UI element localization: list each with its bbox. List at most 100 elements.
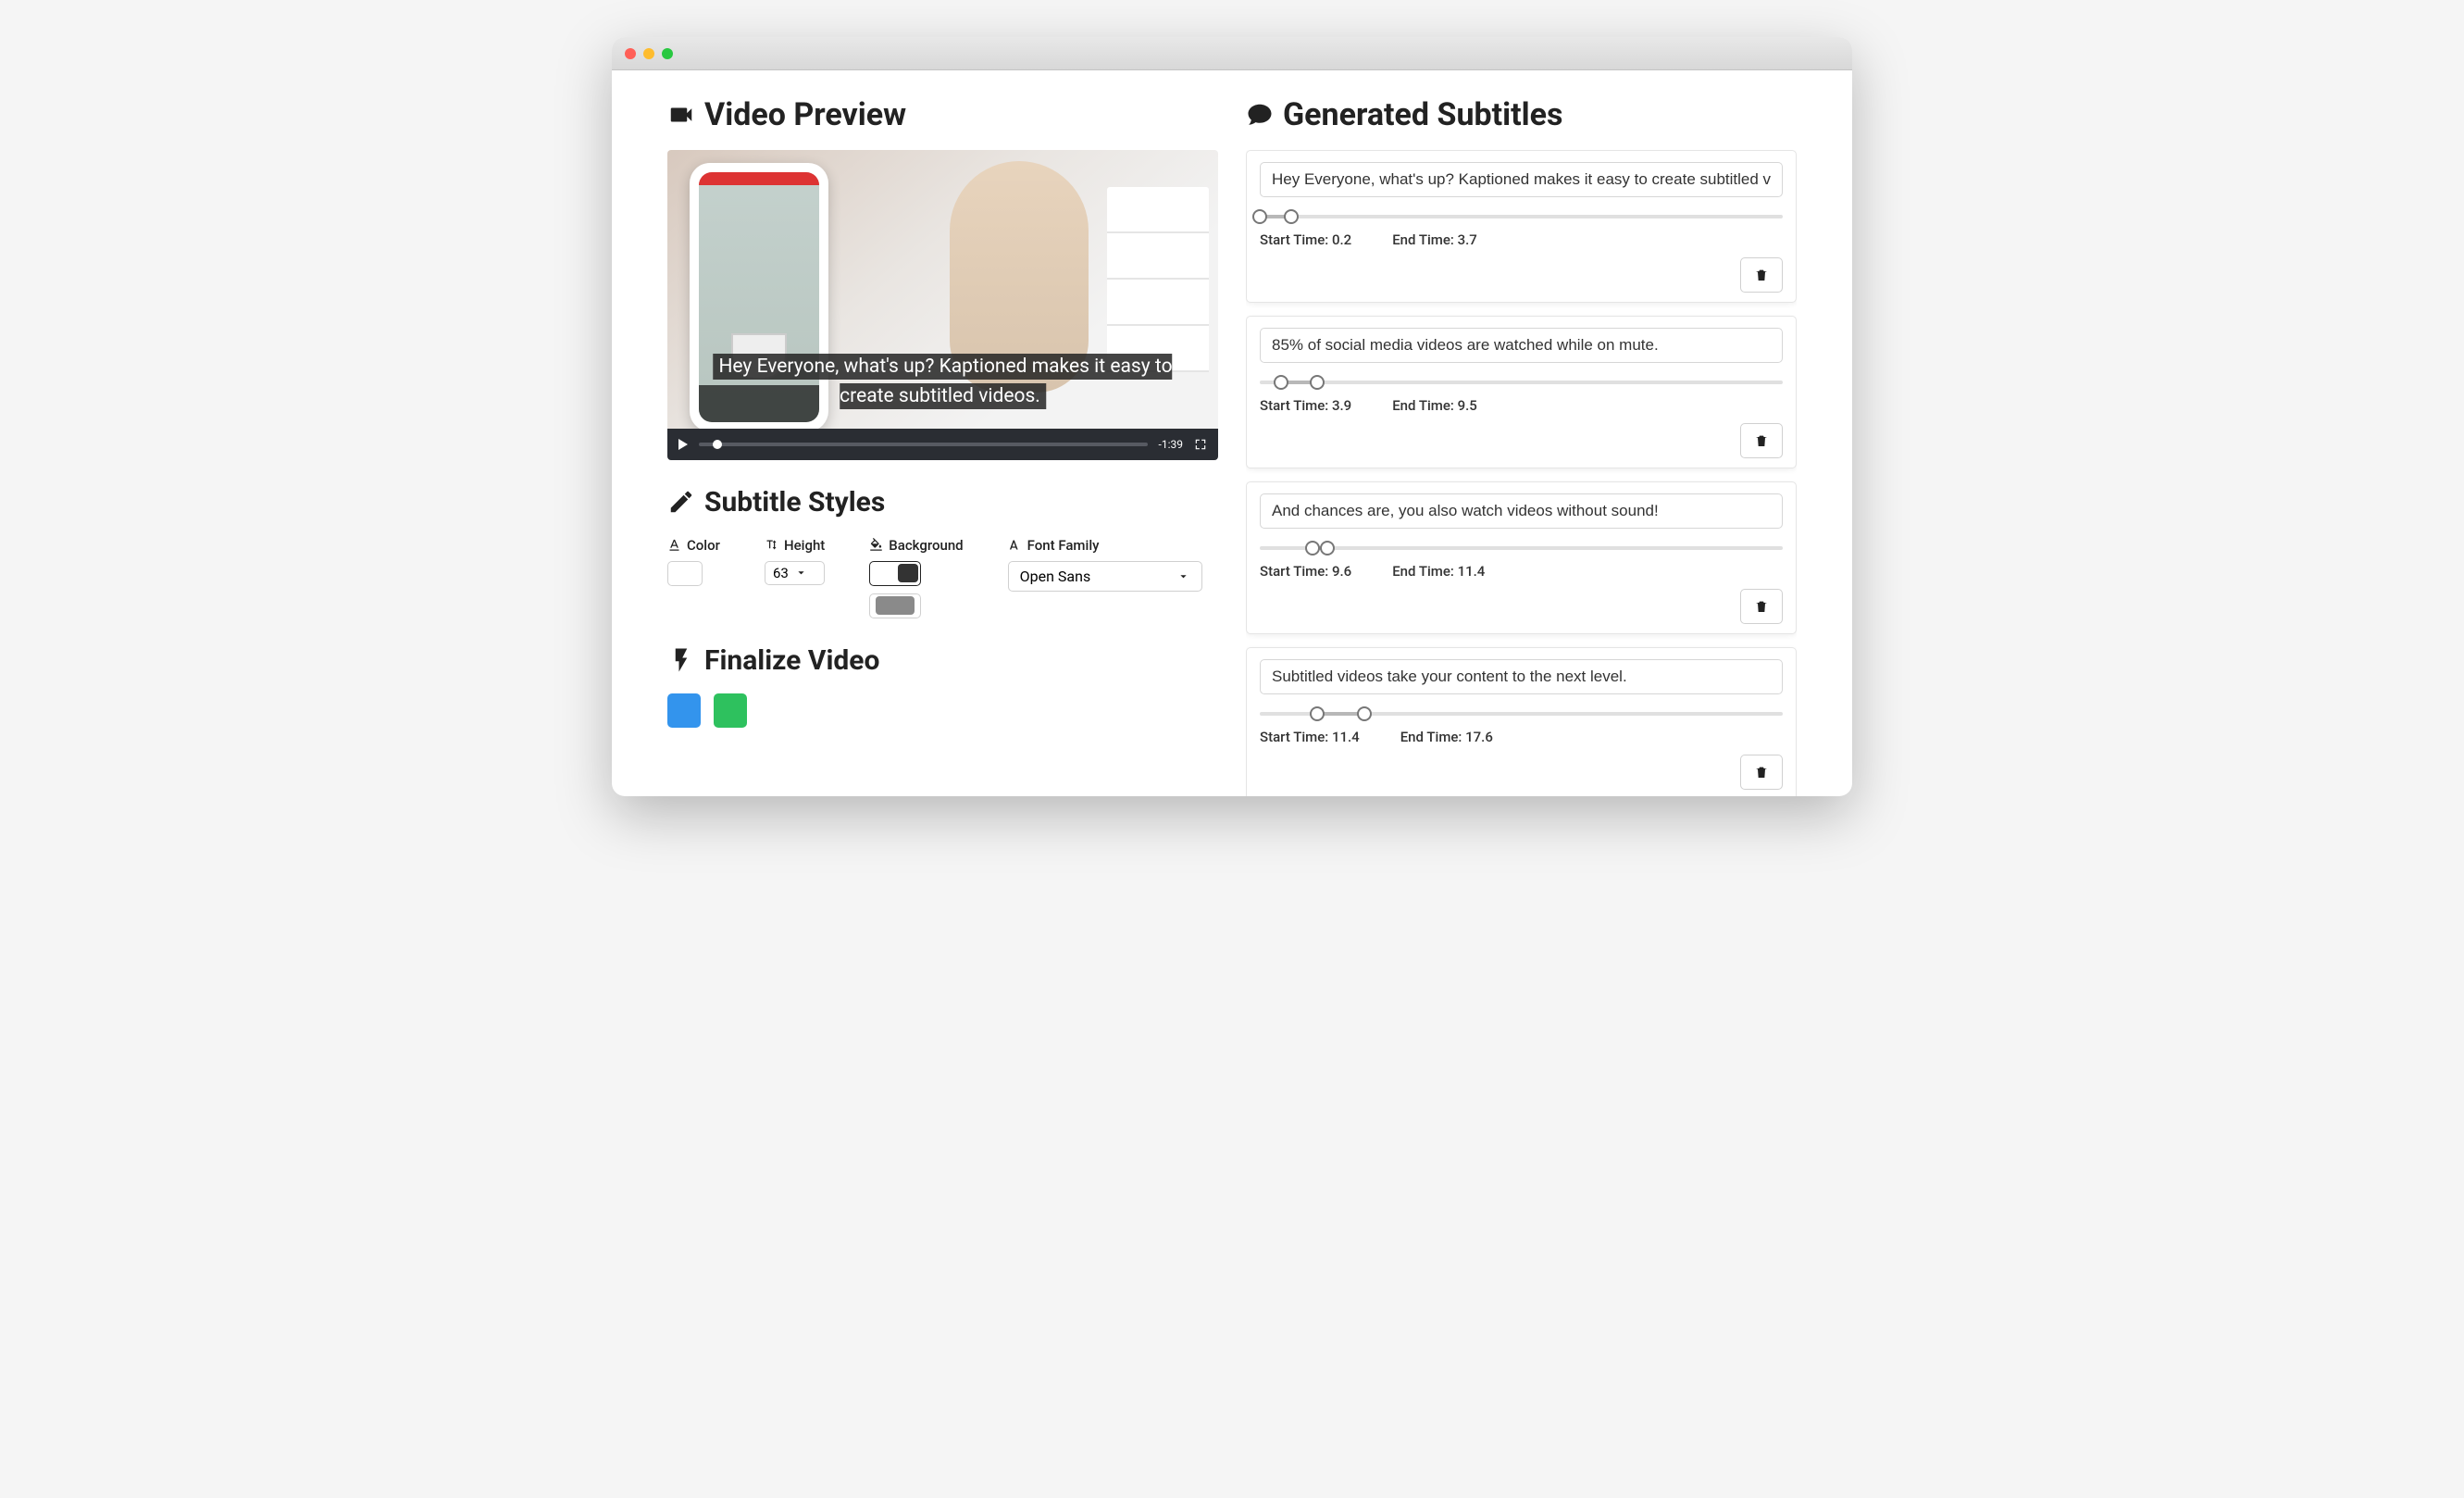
end-time-label: End Time: 17.6 [1400, 729, 1493, 745]
range-end-knob[interactable] [1357, 706, 1372, 721]
range-start-knob[interactable] [1310, 706, 1325, 721]
font-icon [1008, 538, 1022, 552]
height-value: 63 [773, 565, 789, 581]
subtitle-card-footer [1260, 755, 1783, 790]
color-picker[interactable] [667, 561, 703, 586]
subtitle-text-input[interactable] [1260, 162, 1783, 197]
subtitle-range-slider[interactable] [1260, 712, 1783, 716]
height-select[interactable]: 63 [765, 561, 825, 585]
caret-down-icon [1176, 569, 1190, 583]
end-time-label: End Time: 9.5 [1392, 397, 1477, 414]
range-end-knob[interactable] [1320, 541, 1335, 556]
style-height-group: Height 63 [765, 537, 825, 585]
end-time-label: End Time: 11.4 [1392, 563, 1485, 580]
subtitle-card: Start Time: 9.6 End Time: 11.4 [1246, 481, 1797, 634]
video-timeline-knob[interactable] [713, 440, 722, 449]
subtitle-times: Start Time: 3.9 End Time: 9.5 [1260, 397, 1783, 414]
font-family-value: Open Sans [1020, 568, 1091, 585]
window-titlebar [612, 37, 1852, 70]
range-start-knob[interactable] [1305, 541, 1320, 556]
video-camera-icon [667, 101, 695, 129]
subtitle-times: Start Time: 9.6 End Time: 11.4 [1260, 563, 1783, 580]
finalize-secondary-button[interactable] [714, 693, 747, 728]
trash-icon [1754, 433, 1769, 448]
start-time-label: Start Time: 3.9 [1260, 397, 1351, 414]
subtitle-card-footer [1260, 423, 1783, 458]
time-remaining: -1:39 [1159, 438, 1183, 451]
text-height-icon [765, 538, 778, 552]
styles-row: Color Height 63 [667, 537, 1218, 618]
color-label: Color [667, 537, 720, 554]
edit-icon [667, 488, 695, 516]
range-end-knob[interactable] [1310, 375, 1325, 390]
window-close-button[interactable] [625, 48, 636, 59]
subtitle-times: Start Time: 0.2 End Time: 3.7 [1260, 231, 1783, 248]
subtitle-range-slider[interactable] [1260, 215, 1783, 218]
fill-icon [869, 538, 883, 552]
fullscreen-button[interactable] [1194, 438, 1207, 451]
window-zoom-button[interactable] [662, 48, 673, 59]
video-timeline[interactable] [699, 443, 1148, 446]
decor-person [950, 161, 1089, 393]
trash-icon [1754, 765, 1769, 780]
subtitle-times: Start Time: 11.4 End Time: 17.6 [1260, 729, 1783, 745]
delete-subtitle-button[interactable] [1740, 423, 1783, 458]
finalize-video-heading: Finalize Video [667, 644, 1218, 677]
trash-icon [1754, 268, 1769, 282]
app-window: Video Preview Hey Everyone, what's up? K… [612, 37, 1852, 796]
subtitle-card: Start Time: 11.4 End Time: 17.6 [1246, 647, 1797, 796]
text-color-icon [667, 538, 681, 552]
right-column: Generated Subtitles Start Time: 0.2 End T… [1246, 96, 1797, 796]
delete-subtitle-button[interactable] [1740, 755, 1783, 790]
generated-subtitles-title-text: Generated Subtitles [1283, 96, 1562, 133]
subtitle-text-input[interactable] [1260, 328, 1783, 363]
finalize-primary-button[interactable] [667, 693, 701, 728]
background-option-grey[interactable] [869, 593, 921, 618]
subtitle-styles-heading: Subtitle Styles [667, 486, 1218, 518]
window-minimize-button[interactable] [643, 48, 654, 59]
video-preview-title-text: Video Preview [704, 96, 906, 133]
height-label: Height [765, 537, 825, 554]
video-player[interactable]: Hey Everyone, what's up? Kaptioned makes… [667, 150, 1218, 460]
decor-phone [690, 163, 828, 431]
subtitle-range-slider[interactable] [1260, 381, 1783, 384]
subtitle-text-input[interactable] [1260, 493, 1783, 529]
subtitle-card: Start Time: 0.2 End Time: 3.7 [1246, 150, 1797, 303]
background-option-dark[interactable] [869, 561, 921, 586]
delete-subtitle-button[interactable] [1740, 589, 1783, 624]
delete-subtitle-button[interactable] [1740, 257, 1783, 293]
content-area: Video Preview Hey Everyone, what's up? K… [612, 70, 1852, 796]
style-color-group: Color [667, 537, 720, 586]
subtitle-card-footer [1260, 257, 1783, 293]
range-end-knob[interactable] [1284, 209, 1299, 224]
end-time-label: End Time: 3.7 [1392, 231, 1477, 248]
decor-shelf [1107, 187, 1209, 372]
trash-icon [1754, 599, 1769, 614]
range-start-knob[interactable] [1274, 375, 1288, 390]
font-family-label: Font Family [1008, 537, 1202, 554]
video-controls: -1:39 [667, 429, 1218, 460]
range-start-knob[interactable] [1252, 209, 1267, 224]
start-time-label: Start Time: 11.4 [1260, 729, 1360, 745]
start-time-label: Start Time: 0.2 [1260, 231, 1351, 248]
finalize-video-title-text: Finalize Video [704, 644, 879, 677]
subtitle-text-input[interactable] [1260, 659, 1783, 694]
subtitles-list: Start Time: 0.2End Time: 3.7Start Time: … [1246, 150, 1797, 796]
play-button[interactable] [678, 439, 688, 450]
style-font-group: Font Family Open Sans [1008, 537, 1202, 592]
video-preview-heading: Video Preview [667, 96, 1218, 133]
speech-bubble-icon [1246, 101, 1274, 129]
subtitle-card: Start Time: 3.9 End Time: 9.5 [1246, 316, 1797, 468]
subtitle-range-slider[interactable] [1260, 546, 1783, 550]
subtitle-card-footer [1260, 589, 1783, 624]
style-background-group: Background [869, 537, 963, 618]
left-column: Video Preview Hey Everyone, what's up? K… [667, 96, 1218, 796]
lightning-icon [667, 646, 695, 674]
chevron-down-icon [794, 566, 808, 580]
generated-subtitles-heading: Generated Subtitles [1246, 96, 1797, 133]
background-label: Background [869, 537, 963, 554]
start-time-label: Start Time: 9.6 [1260, 563, 1351, 580]
font-family-select[interactable]: Open Sans [1008, 561, 1202, 592]
finalize-row [667, 693, 1218, 728]
subtitle-styles-title-text: Subtitle Styles [704, 486, 885, 518]
